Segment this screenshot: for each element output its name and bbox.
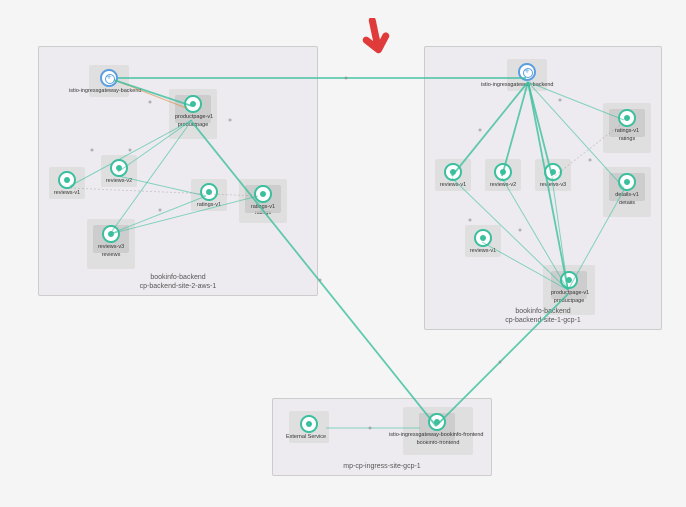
node-right-ingress[interactable]: istio-ingressgateway-backend [507,59,547,91]
cluster-left-label: bookinfo-backend cp-backend-site-2-aws-1 [39,274,317,291]
service-icon [184,95,202,113]
service-icon [254,185,272,203]
node-left-ratings[interactable]: ratings-v1 ratings [239,179,287,223]
node-left-productpage-v1[interactable]: productpage-v1 [175,95,211,123]
node-bottom-external[interactable]: External Service [289,411,329,443]
service-icon [428,413,446,431]
node-left-productpage-box[interactable]: productpage-v1 productpage [169,89,217,139]
node-right-productpage-v1[interactable]: productpage-v1 [551,271,587,299]
node-left-ingress[interactable]: istio-ingressgateway-backend [89,65,129,97]
cluster-right: istio-ingressgateway-backend ratings-v1 … [424,46,662,330]
node-right-details-box[interactable]: details-v1 details [603,167,651,217]
node-left-reviews-v3[interactable]: reviews-v3 [93,225,129,253]
service-icon [494,163,512,181]
node-bottom-frontend-box[interactable]: istio-ingressgateway-bookinfo-frontend b… [403,407,473,455]
annotation-arrow [356,18,396,67]
service-icon [300,415,318,433]
service-icon [200,183,218,201]
node-right-reviews-v1[interactable]: reviews-v1 [435,159,471,191]
service-icon [618,173,636,191]
service-icon [110,159,128,177]
node-right-ratings-box[interactable]: ratings-v1 ratings [603,103,651,153]
node-left-ratings-inner[interactable]: ratings-v1 [245,185,281,213]
service-icon [444,163,462,181]
cluster-bottom-label: mp-cp-ingress-site-gcp-1 [273,463,491,471]
cluster-bottom: External Service istio-ingressgateway-bo… [272,398,492,476]
service-icon [102,225,120,243]
node-right-details-v1[interactable]: details-v1 [609,173,645,201]
node-left-ratings-v1[interactable]: ratings-v1 [191,179,227,211]
service-icon [474,229,492,247]
node-right-reviews-v2[interactable]: reviews-v2 [485,159,521,191]
cluster-left: istio-ingressgateway-backend productpage… [38,46,318,296]
node-left-reviews-box[interactable]: reviews-v3 reviews [87,219,135,269]
diagram-canvas: istio-ingressgateway-backend productpage… [0,0,686,507]
node-right-reviews-lower[interactable]: reviews-v1 [465,225,501,257]
service-icon [560,271,578,289]
node-left-reviews-v1[interactable]: reviews-v1 [49,167,85,199]
service-icon [618,109,636,127]
service-icon [58,171,76,189]
node-left-reviews-v2[interactable]: reviews-v2 [101,155,137,187]
cluster-right-label: bookinfo-backend cp-backend-site-1-gcp-1 [425,308,661,325]
node-right-ratings-v1[interactable]: ratings-v1 [609,109,645,137]
ingress-icon [100,69,118,87]
ingress-icon [518,63,536,81]
service-icon [544,163,562,181]
node-bottom-ingress[interactable]: istio-ingressgateway-bookinfo-frontend [419,413,455,441]
node-right-reviews-v3[interactable]: reviews-v3 [535,159,571,191]
